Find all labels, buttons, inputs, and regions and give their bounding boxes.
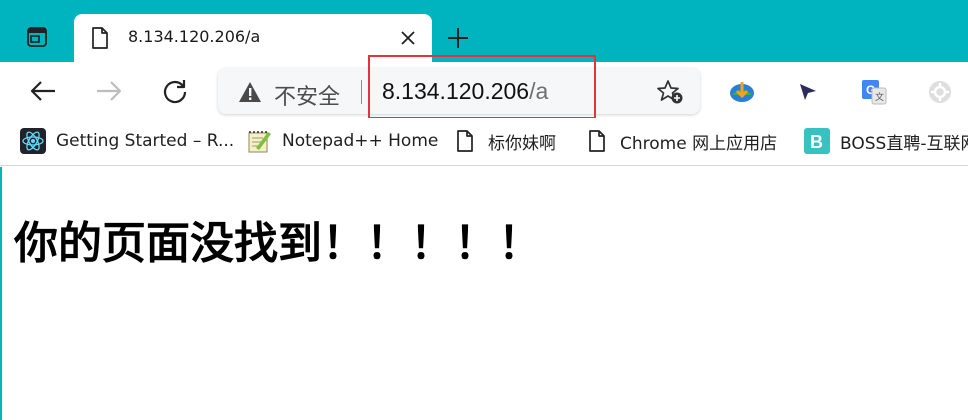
page-content: 你的页面没找到！！！！！ [0, 167, 968, 420]
add-favorite-icon[interactable] [656, 79, 684, 105]
new-tab-button[interactable] [444, 24, 472, 52]
bookmark-item[interactable]: Getting Started – R... [20, 127, 234, 155]
download-manager-icon[interactable] [728, 78, 756, 106]
page-icon [90, 26, 110, 50]
bookmark-label: Getting Started – R... [56, 131, 235, 151]
security-label[interactable]: 不安全 [274, 79, 340, 111]
svg-text:文: 文 [875, 91, 884, 103]
page-heading: 你的页面没找到！！！！！ [14, 218, 542, 269]
tab-strip: 8.134.120.206/a [0, 0, 968, 62]
warning-icon[interactable] [238, 81, 262, 103]
bookmark-item[interactable]: B BOSS直聘-互联网 [804, 127, 968, 155]
settings-extension-icon[interactable] [926, 78, 954, 106]
bookmark-label: 标你妹啊 [488, 133, 556, 154]
react-icon [20, 128, 46, 154]
refresh-button[interactable] [158, 74, 192, 108]
url-highlight-box [368, 55, 596, 119]
back-button[interactable] [26, 74, 60, 108]
page-icon [452, 128, 478, 154]
divider [361, 80, 362, 104]
forward-button[interactable] [92, 74, 126, 108]
bookmark-label: Chrome 网上应用店 [620, 133, 778, 154]
notepad-icon [246, 128, 272, 154]
tab-actions-icon[interactable] [22, 22, 52, 52]
bookmark-item[interactable]: Notepad++ Home [246, 127, 438, 155]
translate-icon[interactable]: G 文 [860, 78, 888, 106]
bookmark-label: Notepad++ Home [282, 131, 439, 151]
bookmark-item[interactable]: Chrome 网上应用店 [584, 127, 777, 155]
boss-icon: B [804, 128, 830, 154]
close-icon[interactable] [398, 28, 418, 48]
bookmark-item[interactable]: 标你妹啊 [452, 127, 556, 155]
cursor-extension-icon[interactable] [794, 78, 822, 106]
bookmarks-bar: Getting Started – R... Notepad++ Home 标你… [0, 118, 968, 166]
page-icon [584, 128, 610, 154]
svg-text:B: B [810, 132, 823, 152]
bookmark-label: BOSS直聘-互联网 [840, 133, 968, 154]
tab-title: 8.134.120.206/a [128, 27, 261, 46]
